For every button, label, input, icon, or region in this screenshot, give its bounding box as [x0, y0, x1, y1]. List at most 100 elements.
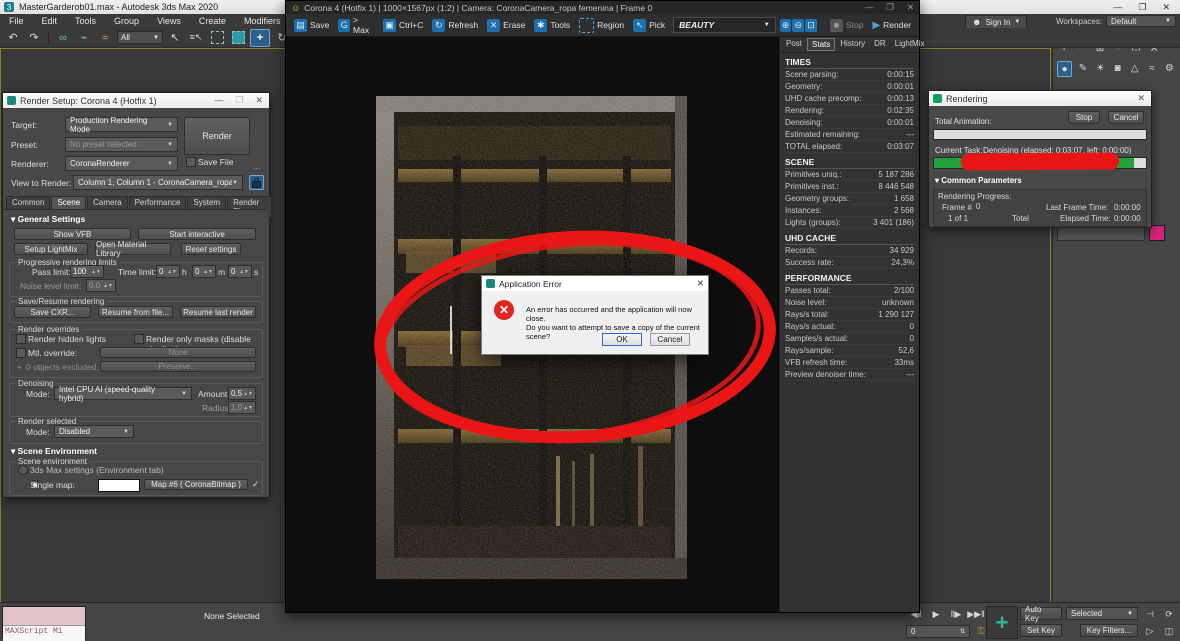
- vfb-tools-button[interactable]: ✱ Tools: [530, 16, 574, 34]
- scene-environment-header[interactable]: ▾ Scene Environment: [11, 446, 97, 457]
- tab-dr[interactable]: DR: [870, 38, 890, 51]
- amount-field[interactable]: 0,5 ▲▼: [228, 387, 256, 400]
- tab-post[interactable]: Post: [782, 38, 806, 51]
- play-icon[interactable]: ▶: [928, 607, 944, 621]
- render-hidden-lights-checkbox[interactable]: [16, 334, 26, 344]
- vfb-to-max-button[interactable]: G > Max: [334, 15, 378, 35]
- vfb-erase-button[interactable]: ✕ Erase: [483, 16, 529, 34]
- general-settings-header[interactable]: ▾ General Settings: [11, 214, 85, 225]
- cancel-button[interactable]: Cancel: [650, 333, 690, 346]
- undo-icon[interactable]: ↶: [4, 30, 22, 46]
- select-and-move-icon[interactable]: +: [250, 28, 270, 47]
- menu-edit[interactable]: Edit: [33, 16, 67, 26]
- minimize-icon[interactable]: —: [1113, 2, 1122, 13]
- vfb-save-button[interactable]: ▤ Save: [290, 16, 333, 34]
- objects-excluded-plus[interactable]: +: [17, 362, 22, 372]
- env-3dsmax-radio[interactable]: [18, 465, 28, 475]
- menu-create[interactable]: Create: [190, 16, 235, 26]
- resume-from-file-button[interactable]: Resume from file...: [98, 306, 173, 318]
- menu-modifiers[interactable]: Modifiers: [235, 16, 290, 26]
- maxscript-mini-listener[interactable]: MAXScript Mi: [2, 606, 86, 641]
- tab-lightmix[interactable]: LightMix: [891, 38, 929, 51]
- maximize-icon[interactable]: ❐: [886, 2, 894, 13]
- vfb-region-button[interactable]: Region: [575, 16, 628, 34]
- vfb-pick-button[interactable]: ↖ Pick: [629, 16, 669, 34]
- select-object-icon[interactable]: ↖: [166, 30, 184, 46]
- save-cxr-button[interactable]: Save CXR...: [14, 306, 91, 318]
- helpers-category-icon[interactable]: △: [1128, 61, 1141, 75]
- current-frame-field[interactable]: 0 ⇅: [906, 624, 970, 638]
- close-icon[interactable]: ✕: [697, 278, 704, 289]
- select-and-link-icon[interactable]: ∞: [54, 30, 72, 46]
- view-to-render-dropdown[interactable]: Column 1, Column 1 - CoronaCamera_ropa f…: [73, 175, 243, 190]
- vfb-title-bar[interactable]: ☺ Corona 4 (Hotfix 1) | 1000×1567px (1:2…: [286, 1, 919, 14]
- lock-view-button[interactable]: [249, 175, 264, 190]
- display-toggle-icon[interactable]: ◫: [1161, 624, 1177, 638]
- sign-in-button[interactable]: ☻ Sign In ▼: [965, 15, 1028, 29]
- isolate-icon[interactable]: ▷: [1142, 624, 1158, 638]
- menu-tools[interactable]: Tools: [66, 16, 105, 26]
- shapes-category-icon[interactable]: ✎: [1076, 61, 1089, 75]
- selection-filter-dropdown[interactable]: All ▼: [117, 31, 163, 44]
- bind-to-spacewarp-icon[interactable]: ≈: [96, 30, 114, 46]
- minimize-icon[interactable]: —: [865, 2, 874, 13]
- zoom-fit-icon[interactable]: ⊡: [805, 18, 817, 32]
- frame-spinner-icon[interactable]: ⇅: [960, 628, 965, 635]
- close-icon[interactable]: ✕: [255, 95, 263, 106]
- rendering-title-bar[interactable]: Rendering ✕: [929, 91, 1151, 106]
- time-limit-h-field[interactable]: 0 ▲▼: [156, 265, 180, 278]
- render-selected-mode-dropdown[interactable]: Disabled ▼: [54, 425, 134, 438]
- show-vfb-button[interactable]: Show VFB: [14, 228, 131, 240]
- target-dropdown[interactable]: Production Rendering Mode ▼: [65, 116, 178, 134]
- vfb-copy-button[interactable]: ▣ Ctrl+C: [379, 16, 427, 34]
- align-icon[interactable]: ⟳: [1161, 607, 1177, 621]
- auto-key-button[interactable]: Auto Key: [1020, 605, 1062, 623]
- minimize-icon[interactable]: —: [214, 95, 223, 106]
- key-filter-dropdown[interactable]: Selected ▼: [1066, 607, 1138, 620]
- vfb-stop-button[interactable]: ■ Stop: [826, 16, 868, 34]
- pass-limit-field[interactable]: 100 ▲▼: [70, 265, 104, 278]
- set-key-button[interactable]: Set Key: [1020, 624, 1062, 637]
- environment-map-button[interactable]: Map #6 ( CoronaBitmap ): [144, 479, 248, 490]
- render-setup-title-bar[interactable]: Render Setup: Corona 4 (Hotfix 1) — ❐ ✕: [3, 93, 269, 108]
- set-key-big-button[interactable]: +: [986, 606, 1018, 639]
- menu-views[interactable]: Views: [148, 16, 190, 26]
- mtl-override-none-button[interactable]: None: [100, 347, 256, 358]
- spacewarps-category-icon[interactable]: ≈: [1145, 61, 1158, 75]
- objects-excluded-link[interactable]: 0 objects excluded...: [26, 362, 104, 372]
- preserve-button[interactable]: Preserve...: [100, 361, 256, 372]
- mirror-icon[interactable]: ⊣: [1142, 607, 1158, 621]
- render-only-masks-checkbox[interactable]: [134, 334, 144, 344]
- setup-lightmix-button[interactable]: Setup LightMix: [14, 243, 88, 255]
- tab-history[interactable]: History: [836, 38, 869, 51]
- radius-field[interactable]: 1,0 ▲▼: [228, 401, 256, 414]
- geometry-category-icon[interactable]: ●: [1057, 61, 1073, 77]
- select-by-name-icon[interactable]: ≡↖: [187, 30, 205, 46]
- systems-category-icon[interactable]: ⚙: [1163, 61, 1176, 75]
- cameras-category-icon[interactable]: ◙: [1111, 61, 1124, 75]
- stop-button[interactable]: Stop: [1068, 111, 1100, 124]
- vfb-refresh-button[interactable]: ↻ Refresh: [428, 16, 482, 34]
- rectangular-selection-region-icon[interactable]: [208, 30, 226, 46]
- save-file-checkbox[interactable]: [186, 157, 196, 167]
- window-crossing-icon[interactable]: [229, 30, 247, 46]
- environment-map-check-icon[interactable]: ✓: [252, 479, 259, 490]
- lights-category-icon[interactable]: ☀: [1094, 61, 1107, 75]
- zoom-out-icon[interactable]: ⊖: [792, 18, 805, 32]
- render-pass-dropdown[interactable]: BEAUTY ▼: [673, 17, 776, 33]
- key-filters-button[interactable]: Key Filters...: [1080, 624, 1138, 637]
- error-dialog-title-bar[interactable]: Application Error ✕: [482, 276, 708, 291]
- workspace-dropdown[interactable]: Default ▼: [1106, 15, 1176, 27]
- close-icon[interactable]: ✕: [1137, 93, 1145, 104]
- common-parameters-header[interactable]: ▾ Common Parameters: [935, 176, 1022, 185]
- ok-button[interactable]: OK: [602, 333, 642, 346]
- close-icon[interactable]: ✕: [907, 2, 914, 13]
- render-button[interactable]: Render: [184, 117, 250, 155]
- object-name-field[interactable]: [1057, 226, 1145, 241]
- go-to-end-icon[interactable]: ▶▶‖: [967, 607, 985, 621]
- preset-dropdown[interactable]: No preset selected ▼: [65, 137, 178, 152]
- open-material-library-button[interactable]: Open Material Library: [95, 240, 171, 258]
- reset-settings-button[interactable]: Reset settings: [181, 243, 241, 255]
- environment-color-swatch[interactable]: [98, 479, 140, 492]
- time-limit-s-field[interactable]: 0 ▲▼: [228, 265, 252, 278]
